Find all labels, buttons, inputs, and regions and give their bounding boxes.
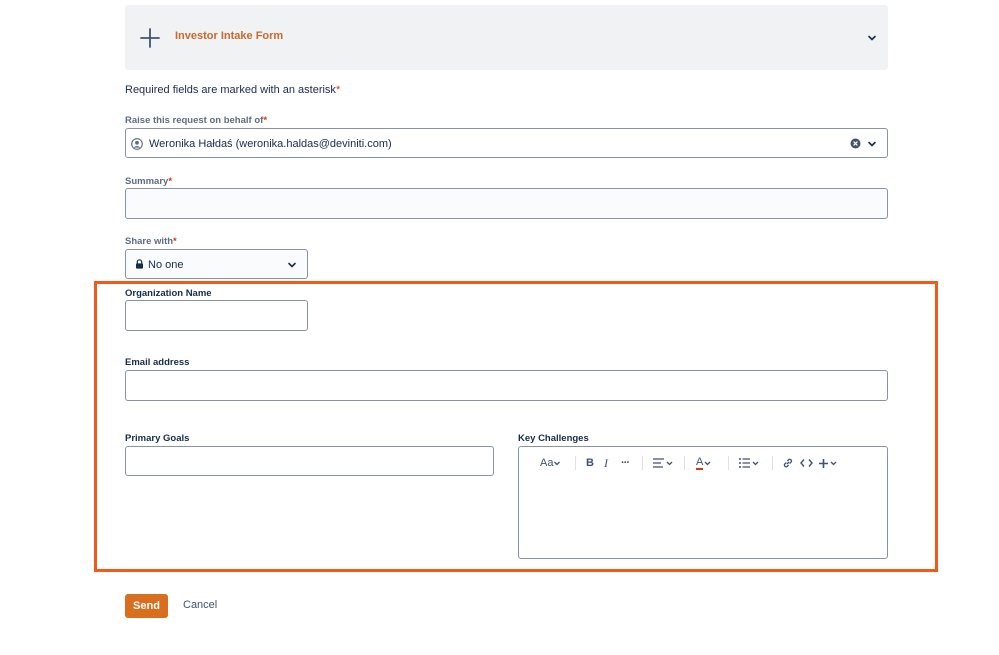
send-button[interactable]: Send bbox=[125, 594, 168, 618]
lock-icon bbox=[136, 259, 143, 269]
toolbar-divider bbox=[772, 456, 773, 470]
summary-label: Summary* bbox=[125, 176, 173, 187]
chevron-down-icon[interactable] bbox=[866, 138, 878, 150]
plus-icon bbox=[140, 28, 160, 48]
user-avatar-icon bbox=[131, 138, 143, 150]
chevron-down-icon bbox=[830, 461, 837, 466]
code-button[interactable] bbox=[800, 456, 813, 470]
plus-icon bbox=[819, 458, 828, 468]
key-challenges-content[interactable] bbox=[527, 485, 879, 550]
bold-button[interactable]: B bbox=[586, 456, 594, 470]
request-type-name: Investor Intake Form bbox=[175, 30, 284, 42]
share-with-value: No one bbox=[148, 259, 184, 271]
chevron-down-icon bbox=[752, 461, 759, 466]
italic-button[interactable]: I bbox=[604, 456, 608, 470]
on-behalf-select[interactable]: Weronika Hałdaś (weronika.haldas@devinit… bbox=[125, 128, 888, 158]
insert-button[interactable] bbox=[818, 456, 838, 470]
clear-circle-icon[interactable] bbox=[850, 138, 861, 149]
align-left-icon bbox=[653, 458, 664, 468]
chevron-down-icon bbox=[554, 461, 561, 466]
editor-toolbar: Aa B I ··· A bbox=[519, 447, 887, 479]
bullet-list-icon bbox=[739, 458, 750, 468]
key-challenges-label: Key Challenges bbox=[518, 433, 589, 444]
on-behalf-label: Raise this request on behalf of* bbox=[125, 115, 268, 126]
summary-input[interactable] bbox=[125, 188, 888, 219]
share-with-select[interactable]: No one bbox=[125, 249, 308, 279]
required-fields-note: Required fields are marked with an aster… bbox=[125, 84, 341, 96]
text-style-button[interactable]: Aa bbox=[540, 456, 561, 470]
chevron-down-icon[interactable] bbox=[286, 259, 298, 271]
cancel-button[interactable]: Cancel bbox=[183, 599, 217, 611]
toolbar-divider bbox=[642, 456, 643, 470]
on-behalf-value: Weronika Hałdaś (weronika.haldas@devinit… bbox=[149, 138, 392, 150]
organization-name-label: Organization Name bbox=[125, 288, 212, 299]
email-address-input[interactable] bbox=[125, 370, 888, 401]
organization-name-input[interactable] bbox=[125, 300, 308, 331]
primary-goals-label: Primary Goals bbox=[125, 433, 190, 444]
toolbar-divider bbox=[684, 456, 685, 470]
primary-goals-input[interactable] bbox=[125, 446, 494, 476]
toolbar-divider bbox=[728, 456, 729, 470]
alignment-button[interactable] bbox=[653, 456, 674, 470]
text-color-button[interactable]: A bbox=[696, 456, 712, 470]
link-icon bbox=[783, 458, 793, 468]
more-formatting-button[interactable]: ··· bbox=[621, 456, 630, 470]
code-icon bbox=[800, 459, 813, 467]
link-button[interactable] bbox=[782, 456, 794, 470]
share-with-label: Share with* bbox=[125, 236, 177, 247]
request-type-selector[interactable]: Investor Intake Form bbox=[125, 5, 888, 70]
chevron-down-icon bbox=[868, 35, 876, 41]
bullet-list-button[interactable] bbox=[739, 456, 760, 470]
toolbar-divider bbox=[575, 456, 576, 470]
email-address-label: Email address bbox=[125, 357, 190, 368]
key-challenges-editor[interactable]: Aa B I ··· A bbox=[518, 446, 888, 559]
chevron-down-icon bbox=[666, 461, 673, 466]
chevron-down-icon bbox=[704, 461, 711, 466]
